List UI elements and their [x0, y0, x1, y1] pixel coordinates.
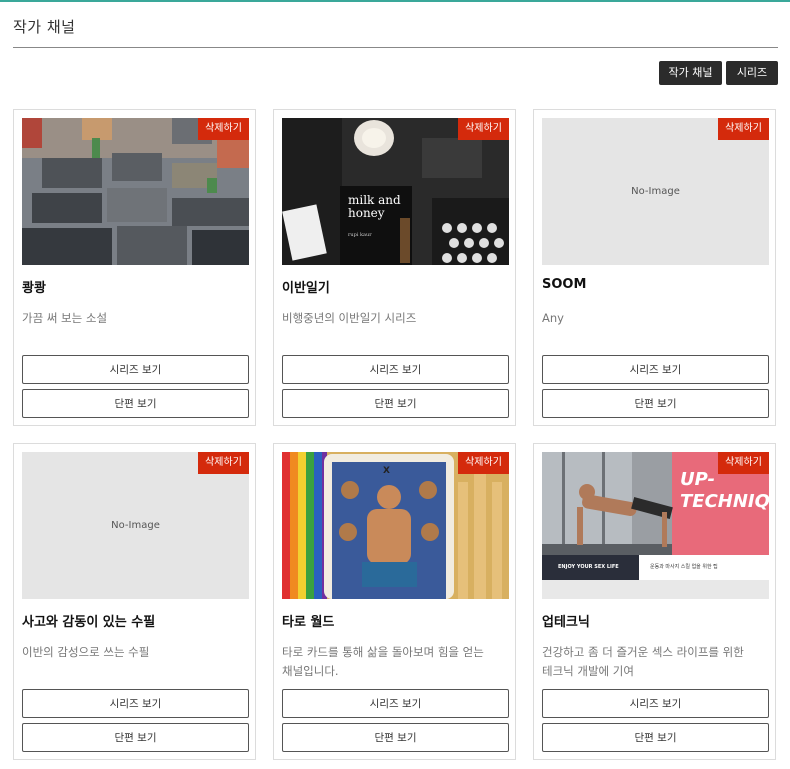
delete-button[interactable]: 삭제하기 — [458, 118, 509, 140]
card-description: 건강하고 좀 더 즐거운 섹스 라이프를 위한 테크닉 개발에 기여 — [542, 645, 744, 678]
book-author: rupi kaur — [348, 232, 372, 238]
delete-button[interactable]: 삭제하기 — [198, 118, 249, 140]
card-description: 비행중년의 이반일기 시리즈 — [282, 311, 417, 325]
channel-card: X 삭제하기 타로 월드 타로 카드를 통해 삶을 돌아보며 힘을 얻는 채널입… — [273, 443, 516, 760]
tarot-card-image — [282, 452, 509, 599]
delete-button[interactable]: 삭제하기 — [198, 452, 249, 474]
channel-card: milk and honey rupi kaur 삭제하기 이반일기 비행중년의… — [273, 109, 516, 426]
view-single-button[interactable]: 단편 보기 — [22, 723, 249, 752]
card-title: 업테크닉 — [542, 615, 590, 630]
card-thumbnail: X 삭제하기 — [282, 452, 509, 599]
card-thumbnail: No-Image 삭제하기 — [22, 452, 249, 599]
channel-card: No-Image 삭제하기 사고와 감동이 있는 수필 이반의 감성으로 쓰는 … — [13, 443, 256, 760]
promo-tagline: ENJOY YOUR SEX LIFE — [558, 564, 619, 570]
channel-card: No-Image 삭제하기 SOOM Any 시리즈 보기 단편 보기 — [533, 109, 776, 426]
page-title: 작가 채널 — [13, 18, 76, 36]
view-series-button[interactable]: 시리즈 보기 — [542, 355, 769, 384]
view-series-button[interactable]: 시리즈 보기 — [282, 355, 509, 384]
card-title: 사고와 감동이 있는 수필 — [22, 615, 156, 630]
promo-headline-bottom: TECHNIQUE — [680, 491, 769, 512]
view-single-button[interactable]: 단편 보기 — [282, 389, 509, 418]
card-title: 이반일기 — [282, 281, 330, 296]
card-description: 이반의 감성으로 쓰는 수필 — [22, 645, 150, 659]
top-accent-line — [0, 0, 790, 2]
up-technique-image — [542, 452, 769, 599]
view-series-button[interactable]: 시리즈 보기 — [542, 689, 769, 718]
delete-button[interactable]: 삭제하기 — [718, 118, 769, 140]
view-single-button[interactable]: 단편 보기 — [542, 389, 769, 418]
no-image-placeholder: No-Image — [111, 520, 160, 531]
book-title: milk and honey — [348, 193, 401, 220]
channel-card: UP- TECHNIQUE ENJOY YOUR SEX LIFE 운동과 마사… — [533, 443, 776, 760]
series-button[interactable]: 시리즈 — [726, 61, 778, 85]
card-thumbnail: 삭제하기 — [22, 118, 249, 265]
milk-and-honey-image — [282, 118, 509, 265]
delete-button[interactable]: 삭제하기 — [718, 452, 769, 474]
card-description: 타로 카드를 통해 삶을 돌아보며 힘을 얻는 채널입니다. — [282, 645, 484, 678]
view-single-button[interactable]: 단편 보기 — [282, 723, 509, 752]
promo-headline-top: UP- — [680, 469, 715, 490]
promo-subtext: 운동과 마사지 스킬 업을 위한 팁 — [650, 564, 718, 570]
no-image-placeholder: No-Image — [631, 186, 680, 197]
tarot-numeral: X — [383, 466, 390, 476]
view-single-button[interactable]: 단편 보기 — [542, 723, 769, 752]
view-series-button[interactable]: 시리즈 보기 — [22, 355, 249, 384]
card-description: 가끔 써 보는 소설 — [22, 311, 108, 325]
card-description: Any — [542, 311, 564, 325]
card-thumbnail: milk and honey rupi kaur 삭제하기 — [282, 118, 509, 265]
delete-button[interactable]: 삭제하기 — [458, 452, 509, 474]
card-thumbnail: UP- TECHNIQUE ENJOY YOUR SEX LIFE 운동과 마사… — [542, 452, 769, 599]
author-channel-button[interactable]: 작가 채널 — [659, 61, 722, 85]
card-thumbnail: No-Image 삭제하기 — [542, 118, 769, 265]
view-series-button[interactable]: 시리즈 보기 — [282, 689, 509, 718]
title-divider — [13, 47, 778, 48]
card-title: SOOM — [542, 277, 587, 292]
card-title: 타로 월드 — [282, 615, 335, 630]
view-series-button[interactable]: 시리즈 보기 — [22, 689, 249, 718]
view-single-button[interactable]: 단편 보기 — [22, 389, 249, 418]
city-rooftops-image — [22, 118, 249, 265]
channel-card: 삭제하기 쾅쾅 가끔 써 보는 소설 시리즈 보기 단편 보기 — [13, 109, 256, 426]
card-title: 쾅쾅 — [22, 281, 46, 296]
